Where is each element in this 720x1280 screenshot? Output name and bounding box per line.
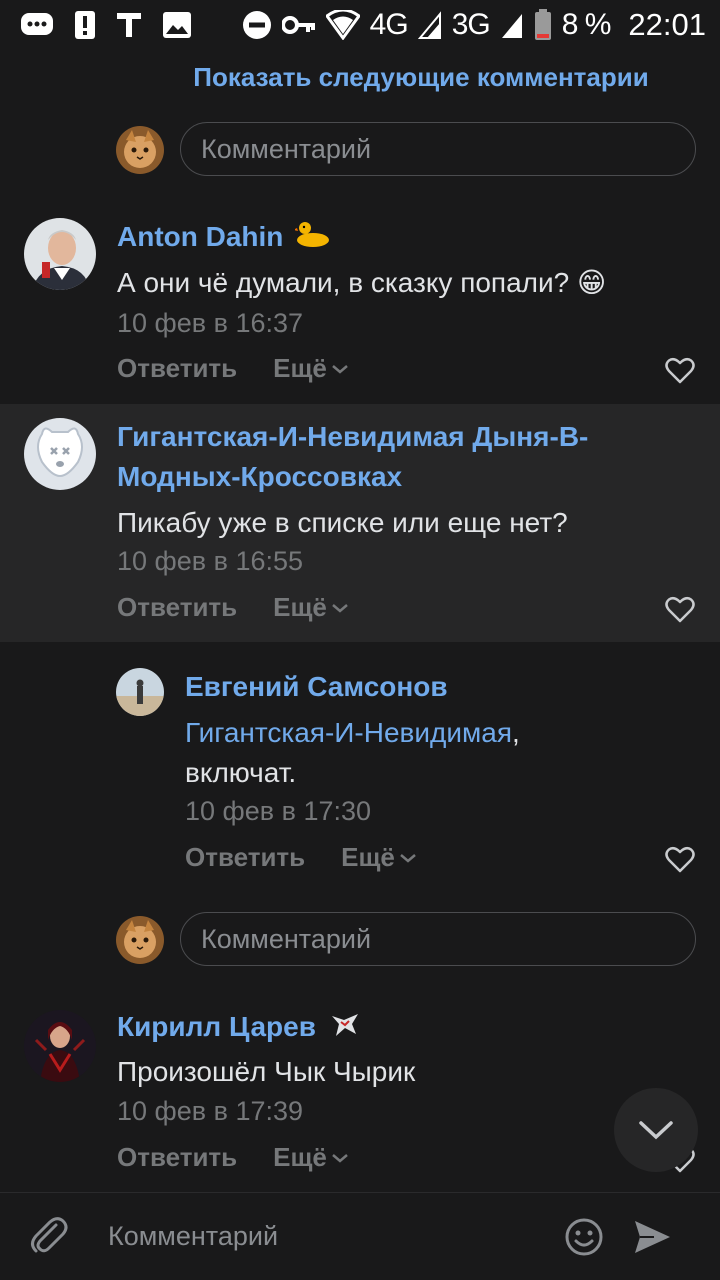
chevron-down-icon <box>332 1153 348 1163</box>
comment-item: Anton Dahin А они чё думали, в сказку по… <box>0 200 720 404</box>
my-avatar <box>116 916 164 964</box>
comment-author[interactable]: Евгений Самсонов <box>185 667 448 707</box>
text-icon <box>116 9 142 41</box>
key-icon <box>281 9 316 41</box>
comment-reply-item: Евгений Самсонов Гигантская-И-Невидимая,… <box>0 642 720 890</box>
reply-button[interactable]: Ответить <box>117 1142 237 1173</box>
like-heart-icon[interactable] <box>665 596 695 624</box>
avatar[interactable] <box>24 218 96 290</box>
status-bar: 4G 3G 8 % 22:01 <box>0 0 720 50</box>
comment-text: Пикабу уже в списке или еще нет? <box>117 507 568 538</box>
comment-input[interactable]: Комментарий <box>108 1221 278 1252</box>
comment-date: 10 фев в 16:55 <box>117 546 304 576</box>
alert-icon <box>74 9 96 41</box>
comment-date: 10 фев в 17:30 <box>185 796 372 826</box>
duck-emoji-icon <box>293 219 331 259</box>
comment-composer: Комментарий <box>0 1192 720 1280</box>
show-more-comments-link[interactable]: Показать следующие комментарии <box>0 62 720 93</box>
send-icon[interactable] <box>632 1217 672 1257</box>
chevron-down-icon <box>639 1121 673 1140</box>
comment-actions: Ответить Ещё <box>117 353 349 384</box>
reply-comment-input[interactable]: Комментарий <box>180 122 696 176</box>
comment-author[interactable]: Гигантская-И-Невидимая Дыня-В-Модных-Кро… <box>117 417 677 497</box>
like-heart-icon[interactable] <box>665 846 695 874</box>
avatar[interactable] <box>24 1010 96 1082</box>
avatar[interactable] <box>24 418 96 490</box>
chevron-down-icon <box>332 364 348 374</box>
clock: 22:01 <box>628 7 706 42</box>
comment-author[interactable]: Кирилл Царев <box>117 1007 360 1049</box>
comment-date: 10 фев в 16:37 <box>117 308 304 338</box>
reply-mention-link[interactable]: Гигантская-И-Невидимая <box>185 717 512 748</box>
reply-comment-input[interactable]: Комментарий <box>180 912 696 966</box>
emoji-icon[interactable] <box>564 1217 604 1257</box>
comment-actions: Ответить Ещё <box>185 842 417 873</box>
comment-item: Гигантская-И-Невидимая Дыня-В-Модных-Кро… <box>0 404 720 642</box>
chevron-down-icon <box>332 603 348 613</box>
my-avatar <box>116 126 164 174</box>
signal-icon <box>500 9 524 41</box>
comment-text: А они чё думали, в сказку попали? 😁 <box>117 267 607 298</box>
dnd-icon <box>242 9 272 41</box>
like-heart-icon[interactable] <box>665 357 695 385</box>
reply-button[interactable]: Ответить <box>117 353 237 384</box>
chat-icon <box>20 9 54 41</box>
comment-actions: Ответить Ещё <box>117 592 349 623</box>
comment-actions: Ответить Ещё <box>117 1142 349 1173</box>
more-label: Ещё <box>273 1142 327 1172</box>
more-button[interactable]: Ещё <box>341 842 417 873</box>
virtus-pro-icon <box>330 1009 360 1049</box>
wifi-icon <box>325 9 360 41</box>
more-button[interactable]: Ещё <box>273 1142 349 1173</box>
reply-button[interactable]: Ответить <box>185 842 305 873</box>
reply-button[interactable]: Ответить <box>117 592 237 623</box>
signal-icon <box>417 9 442 41</box>
comment-item: Кирилл Царев Произошёл Чык Чырик 10 фев … <box>0 992 720 1192</box>
network-3g-label: 3G <box>451 8 491 41</box>
more-label: Ещё <box>273 592 327 622</box>
battery-percent: 8 % <box>561 8 612 41</box>
attach-icon[interactable] <box>26 1213 72 1259</box>
battery-icon <box>534 9 552 41</box>
chevron-down-icon <box>400 853 416 863</box>
comment-text: Гигантская-И-Невидимая, включат. <box>185 717 520 788</box>
scroll-down-button[interactable] <box>614 1088 698 1172</box>
comment-author[interactable]: Anton Dahin <box>117 217 331 259</box>
avatar[interactable] <box>116 668 164 716</box>
more-button[interactable]: Ещё <box>273 592 349 623</box>
more-label: Ещё <box>341 842 395 872</box>
comment-text: Произошёл Чык Чырик <box>117 1056 416 1087</box>
network-4g-label: 4G <box>369 8 409 41</box>
more-button[interactable]: Ещё <box>273 353 349 384</box>
image-icon <box>162 9 192 41</box>
comment-date: 10 фев в 17:39 <box>117 1096 304 1126</box>
more-label: Ещё <box>273 353 327 383</box>
